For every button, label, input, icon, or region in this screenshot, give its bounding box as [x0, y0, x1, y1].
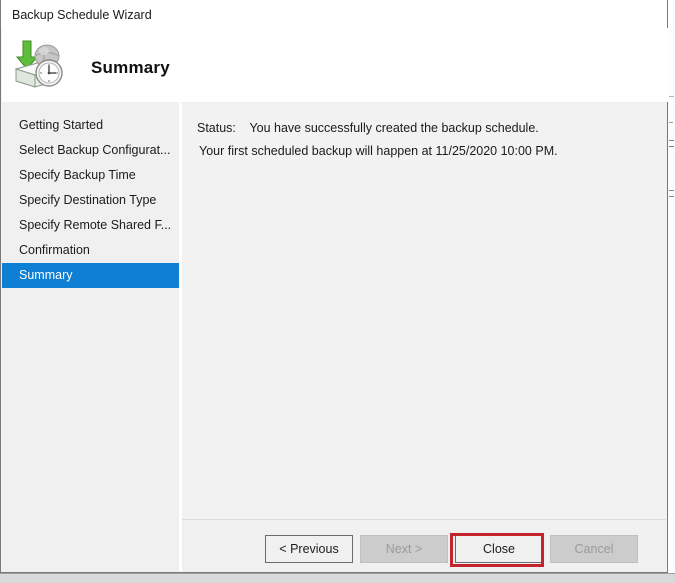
sidebar-item-label: Summary: [19, 268, 73, 282]
background-sliver-line: [669, 122, 673, 123]
close-button[interactable]: Close: [455, 535, 543, 563]
sidebar-item-specify-remote-shared-folder[interactable]: Specify Remote Shared F...: [2, 213, 179, 238]
wizard-step-sidebar: Getting Started Select Backup Configurat…: [2, 103, 179, 571]
status-value: You have successfully created the backup…: [249, 121, 539, 135]
sidebar-item-label: Select Backup Configurat...: [19, 143, 171, 157]
background-sliver-line: [669, 190, 674, 191]
background-sliver-line: [669, 140, 674, 141]
button-bar: < Previous Next > Close Cancel: [182, 520, 666, 571]
sidebar-item-label: Confirmation: [19, 243, 90, 257]
background-sliver-line: [669, 196, 674, 197]
page-title: Summary: [91, 58, 170, 77]
sidebar-item-label: Specify Destination Type: [19, 193, 157, 207]
status-detail: Your first scheduled backup will happen …: [199, 144, 558, 158]
cancel-button: Cancel: [550, 535, 638, 563]
next-button: Next >: [360, 535, 448, 563]
sidebar-item-label: Getting Started: [19, 118, 104, 132]
sidebar-item-label: Specify Backup Time: [19, 168, 136, 182]
status-row: Status: You have successfully created th…: [197, 119, 539, 137]
backup-schedule-icon: [11, 35, 73, 93]
sidebar-item-getting-started[interactable]: Getting Started: [2, 113, 179, 138]
sidebar-item-specify-backup-time[interactable]: Specify Backup Time: [2, 163, 179, 188]
previous-button[interactable]: < Previous: [265, 535, 353, 563]
window-title: Backup Schedule Wizard: [12, 8, 152, 22]
sidebar-item-select-backup-configuration[interactable]: Select Backup Configurat...: [2, 138, 179, 163]
header: Summary: [2, 28, 668, 102]
sidebar-item-confirmation[interactable]: Confirmation: [2, 238, 179, 263]
status-label: Status:: [197, 121, 236, 135]
screen: Backup Schedule Wizard Summary Getting S…: [0, 0, 675, 583]
sidebar-item-label: Specify Remote Shared F...: [19, 218, 172, 232]
sidebar-item-summary[interactable]: Summary: [2, 263, 179, 288]
background-sliver-line: [669, 146, 674, 147]
sidebar-item-specify-destination-type[interactable]: Specify Destination Type: [2, 188, 179, 213]
background-window-right-sliver: [668, 0, 675, 582]
content-panel: Status: You have successfully created th…: [182, 103, 666, 520]
titlebar: Backup Schedule Wizard: [1, 0, 667, 28]
background-sliver-line: [669, 96, 674, 97]
backup-schedule-wizard-dialog: Backup Schedule Wizard Summary Getting S…: [0, 0, 668, 573]
